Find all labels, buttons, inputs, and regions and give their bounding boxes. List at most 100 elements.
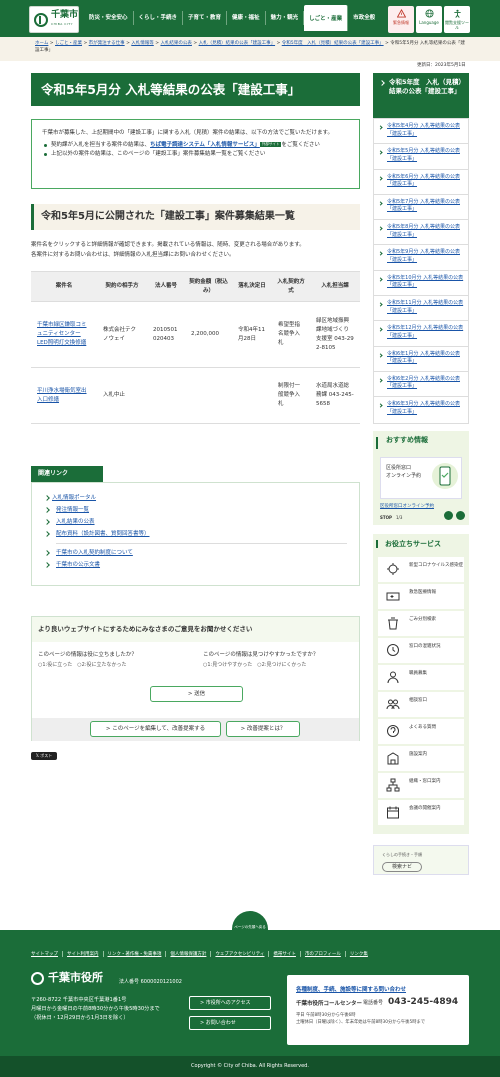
access-button[interactable]: > 市役所へのアクセス: [189, 996, 271, 1010]
page-top-button[interactable]: ページの先頭へ戻る: [232, 911, 268, 939]
col-corp-no: 法人番号: [147, 271, 185, 302]
footer-link-guide[interactable]: サイト利用案内: [63, 951, 104, 957]
service-congestion[interactable]: 窓口の混雑状況: [378, 638, 464, 663]
related-links-heading: 関連リンク: [31, 466, 103, 482]
recommend-link[interactable]: 区役所窓口オンライン予約: [380, 503, 434, 509]
next-arrow-icon[interactable]: [456, 511, 465, 520]
search-navi-banner[interactable]: くらしの手続き・手順 検索ナビ: [373, 845, 469, 875]
prev-arrow-icon[interactable]: [444, 511, 453, 520]
breadcrumb-bid-results[interactable]: 入札結果の公表: [160, 41, 192, 46]
service-covid[interactable]: 新型コロナウイルス感染症: [378, 557, 464, 582]
breadcrumb-city-work[interactable]: 市が発注する仕事: [89, 41, 125, 46]
footer-link-links[interactable]: リンク集: [346, 951, 372, 957]
col-amount: 契約金額（税込み）: [185, 271, 232, 302]
footer-link-sitemap[interactable]: サイトマップ: [31, 951, 63, 957]
footer-link-profile[interactable]: 市のプロフィール: [301, 951, 346, 957]
link-public-notices[interactable]: 千葉市の公示文書: [56, 562, 100, 568]
nav-item-education[interactable]: 子育て・教育: [183, 11, 228, 25]
sidebar-item[interactable]: 令和5年6月分 入札等結果の公表「建設工事」: [374, 170, 468, 195]
e-procurement-link[interactable]: ちば電子調達システム「入札情報サービス」: [150, 142, 260, 148]
nav-item-safety[interactable]: 防災・安全安心: [84, 11, 134, 25]
link-order-list[interactable]: 発注情報一覧: [56, 507, 89, 513]
breadcrumb-construction-results[interactable]: 入札（見積）結果の公表「建設工事」: [199, 41, 276, 46]
case-link[interactable]: 平川浄水場衛気室出入口修繕: [37, 388, 87, 403]
divider: [56, 543, 347, 544]
call-center-hours: 平日 午前8時30分から午後6時 土曜休日（日曜は除く）、年末年始は午前8時30分…: [296, 1013, 426, 1025]
feedback-title: より良いウェブサイトにするためにみなさまのご意見をお聞かせください: [32, 617, 359, 642]
slider-controls: STOP 1/3: [380, 515, 403, 520]
recommend-banner[interactable]: 区役所窓口 オンライン予約: [380, 457, 462, 499]
site-logo[interactable]: 千葉市 CHIBA CITY: [29, 6, 79, 33]
calendar-icon: [387, 806, 399, 819]
results-table: 案件名 契約の相手方 法人番号 契約金額（税込み） 落札決定日 入札契約方式 入…: [31, 271, 360, 424]
warning-icon: [396, 9, 406, 18]
related-links: 入札情報ポータル 発注情報一覧 入札結果の公表 配布資料（設計図書、質問回答書等…: [31, 482, 360, 586]
recommend-box: おすすめ情報 区役所窓口 オンライン予約 区役所窓口オンライン予約 STOP 1/…: [373, 431, 469, 525]
breadcrumb-r5-construction[interactable]: 令和5年度 入札（見積）結果の公表「建設工事」: [282, 41, 384, 46]
footer-link-privacy[interactable]: 個人情報保護方針: [166, 951, 212, 957]
clock-icon: [387, 644, 399, 656]
footer-link-mobile[interactable]: 携帯サイト: [269, 951, 301, 957]
breadcrumb-bid-info[interactable]: 入札情報等: [131, 41, 154, 46]
feedback-q2: このページの情報は見つけやすかったですか？ ○1:見つけやすかった ○2:見つけ…: [203, 652, 319, 668]
link-documents[interactable]: 配布資料（設計図書、質問回答書等）: [56, 531, 150, 537]
language-button[interactable]: Language: [416, 6, 442, 33]
sidebar-title[interactable]: 令和5年度 入札（見積）結果の公表「建設工事」: [373, 73, 469, 118]
link-bid-portal[interactable]: 入札情報ポータル: [52, 495, 96, 501]
call-center-box: 各種制度、手続、施設等に関する問い合わせ 千葉市役所コールセンター 電話番号 0…: [287, 975, 469, 1045]
sidebar-item[interactable]: 令和6年1月分 入札等結果の公表「建設工事」: [374, 347, 468, 372]
services-box: お役立ちサービス 新型コロナウイルス感染症 救急医療情報 ごみ分別検索 窓口の混…: [373, 534, 469, 834]
footer-link-copyright[interactable]: リンク・著作権・免責事項: [104, 951, 167, 957]
nav-item-tourism[interactable]: 魅力・観光: [266, 11, 305, 25]
service-emergency[interactable]: 救急医療情報: [378, 584, 464, 609]
what-is-proposal-button[interactable]: > 改善提案とは？: [226, 721, 300, 737]
col-party: 契約の相手方: [97, 271, 147, 302]
footer-link-accessibility[interactable]: ウェブアクセシビリティ: [211, 951, 270, 957]
logo-name: 千葉市: [51, 9, 79, 20]
sidebar-item[interactable]: 令和5年9月分 入札等結果の公表「建設工事」: [374, 245, 468, 271]
accessibility-tool-button[interactable]: 閲覧支援ツール: [444, 6, 470, 33]
link-bid-results[interactable]: 入札結果の公表: [56, 519, 95, 525]
sidebar-item[interactable]: 令和5年12月分 入札等結果の公表「建設工事」: [374, 321, 468, 347]
link-bid-system[interactable]: 千葉市の入札契約制度について: [56, 550, 133, 556]
service-organization[interactable]: 組織・窓口案内: [378, 773, 464, 798]
nav-item-life[interactable]: くらし・手続き: [134, 11, 184, 25]
accessibility-icon: [453, 9, 461, 18]
nav-item-business[interactable]: しごと・産業: [304, 5, 349, 31]
emergency-button[interactable]: 緊急情報: [388, 6, 414, 33]
sidebar-item[interactable]: 令和5年11月分 入札等結果の公表「建設工事」: [374, 296, 468, 322]
sidebar-item[interactable]: 令和5年10月分 入札等結果の公表「建設工事」: [374, 271, 468, 297]
sidebar-item[interactable]: 令和5年8月分 入札等結果の公表「建設工事」: [374, 220, 468, 246]
breadcrumb-home[interactable]: ホーム: [35, 41, 48, 46]
service-meetings[interactable]: 会議の開催案内: [378, 800, 464, 825]
sidebar-item[interactable]: 令和5年7月分 入札等結果の公表「建設工事」: [374, 195, 468, 221]
sidebar-item[interactable]: 令和6年2月分 入札等結果の公表「建設工事」: [374, 372, 468, 398]
sidebar-item[interactable]: 令和5年5月分 入札等結果の公表「建設工事」: [374, 144, 468, 170]
feedback-footer: > このページを編集して、改善提案する > 改善提案とは？: [32, 718, 359, 741]
service-consult[interactable]: 相談窓口: [378, 692, 464, 717]
post-button[interactable]: 𝕏 ポスト: [31, 752, 57, 760]
nav-item-health[interactable]: 健康・福祉: [227, 11, 266, 25]
sidebar-item[interactable]: 令和5年4月分 入札等結果の公表「建設工事」: [374, 119, 468, 145]
call-center-link[interactable]: 各種制度、手続、施設等に関する問い合わせ: [296, 987, 406, 993]
service-faq[interactable]: よくある質問: [378, 719, 464, 744]
logo-sub: CHIBA CITY: [51, 21, 73, 26]
nav-item-city[interactable]: 市政全般: [348, 11, 380, 25]
edit-page-button[interactable]: > このページを編集して、改善提案する: [90, 721, 221, 737]
stop-button[interactable]: STOP: [380, 515, 392, 520]
sidebar-item[interactable]: 令和6年3月分 入札等結果の公表「建設工事」: [374, 397, 468, 422]
intro-text: 千葉市が募集した、上記期間中の「建設工事」に関する入札（見積）案件の結果は、以下…: [42, 130, 333, 136]
globe-icon: [424, 9, 434, 18]
case-link[interactable]: 千葉市緑区鎌取コミュニティセンターLED照明灯交換修繕: [37, 322, 87, 346]
service-facilities[interactable]: 施設案内: [378, 746, 464, 771]
contact-button[interactable]: > お問い合わせ: [189, 1016, 271, 1030]
global-nav: 防災・安全安心 くらし・手続き 子育て・教育 健康・福祉 魅力・観光 しごと・産…: [84, 5, 380, 31]
breadcrumb-business[interactable]: しごと・産業: [55, 41, 82, 46]
service-garbage[interactable]: ごみ分別検索: [378, 611, 464, 636]
recommend-title: おすすめ情報: [376, 437, 469, 449]
col-name: 案件名: [31, 271, 97, 302]
send-button[interactable]: > 送信: [150, 686, 243, 702]
call-center-name: 千葉市役所コールセンター: [296, 1001, 363, 1007]
intro-bullet-2: 上記以外の案件の結果は、このページの「建設工事」案件募集結果一覧をご覧ください: [42, 150, 349, 159]
service-recruit[interactable]: 職員募集: [378, 665, 464, 690]
